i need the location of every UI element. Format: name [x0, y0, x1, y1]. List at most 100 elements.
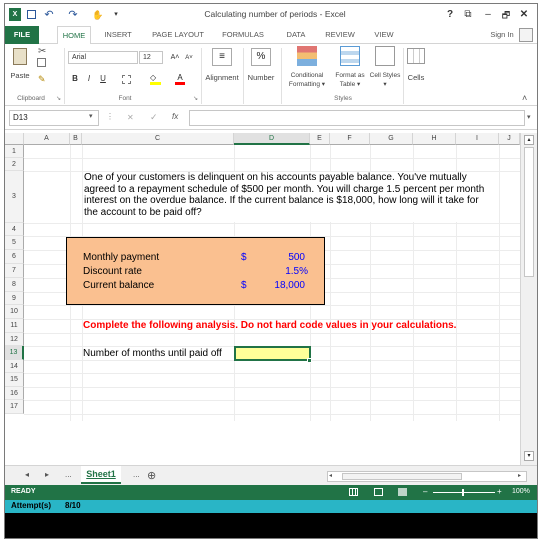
insert-function-icon[interactable]: fx — [172, 112, 178, 121]
undo-icon[interactable]: ↶ — [43, 7, 55, 23]
row-header-6[interactable]: 6 — [5, 250, 24, 264]
column-header-f[interactable]: F — [330, 133, 370, 145]
shrink-font-button[interactable]: A˅ — [183, 52, 195, 64]
tab-insert[interactable]: INSERT — [101, 26, 135, 44]
collapse-ribbon-icon[interactable]: ˄ — [522, 93, 527, 103]
ribbon-display-options-icon[interactable]: ⧉ — [459, 7, 477, 23]
customize-qat-icon[interactable]: ▾ — [111, 7, 121, 23]
row-header-7[interactable]: 7 — [5, 264, 24, 278]
scroll-up-icon[interactable]: ▴ — [524, 135, 534, 145]
format-as-table-icon[interactable] — [340, 46, 360, 66]
fill-color-icon[interactable]: ◇ — [150, 74, 161, 85]
answer-cell-d13[interactable] — [234, 346, 311, 361]
row-header-8[interactable]: 8 — [5, 278, 24, 292]
tab-formulas[interactable]: FORMULAS — [219, 26, 267, 44]
copy-icon[interactable] — [37, 58, 46, 67]
column-header-b[interactable]: B — [70, 133, 82, 145]
maximize-button[interactable]: 🗗 — [497, 7, 515, 23]
zoom-slider-thumb[interactable] — [462, 489, 464, 496]
user-avatar-icon[interactable] — [519, 28, 533, 42]
cells-button[interactable]: Cells — [401, 73, 431, 82]
enter-icon[interactable]: ✓ — [150, 112, 158, 123]
font-size-select[interactable]: 12 — [139, 51, 163, 64]
column-header-d[interactable]: D — [234, 133, 310, 145]
font-name-select[interactable]: Arial — [68, 51, 138, 64]
conditional-formatting-icon[interactable] — [297, 46, 317, 66]
scroll-thumb[interactable] — [524, 147, 534, 277]
touch-mode-icon[interactable]: ✋ — [91, 7, 105, 23]
borders-icon[interactable] — [122, 75, 131, 84]
paste-button[interactable]: Paste — [8, 71, 32, 80]
underline-button[interactable]: U — [98, 73, 108, 85]
tab-home[interactable]: HOME — [57, 26, 91, 45]
hscroll-thumb[interactable] — [342, 473, 462, 480]
row-header-12[interactable]: 12 — [5, 333, 24, 346]
sheet-more-right[interactable]: ... — [133, 470, 140, 479]
tab-file[interactable]: FILE — [5, 26, 39, 44]
select-all-corner[interactable] — [5, 133, 24, 145]
horizontal-scrollbar[interactable]: ◂ ▸ — [327, 471, 527, 482]
row-header-3[interactable]: 3 — [5, 171, 24, 223]
column-header-i[interactable]: I — [456, 133, 499, 145]
paste-icon[interactable] — [13, 48, 27, 65]
sign-in-link[interactable]: Sign In — [487, 26, 517, 44]
tab-page-layout[interactable]: PAGE LAYOUT — [149, 26, 207, 44]
new-sheet-icon[interactable]: ⊕ — [147, 469, 156, 482]
cut-icon[interactable]: ✂ — [38, 46, 46, 57]
format-painter-icon[interactable]: ✎ — [38, 74, 46, 85]
formula-input[interactable] — [189, 110, 525, 126]
hscroll-right-icon[interactable]: ▸ — [518, 472, 521, 479]
zoom-level[interactable]: 100% — [512, 488, 530, 495]
row-header-10[interactable]: 10 — [5, 305, 24, 319]
expand-formula-bar-icon[interactable]: ▾ — [527, 113, 531, 121]
row-header-16[interactable]: 16 — [5, 387, 24, 400]
row-header-13[interactable]: 13 — [5, 346, 24, 360]
close-button[interactable]: ✕ — [515, 7, 533, 23]
row-header-17[interactable]: 17 — [5, 400, 24, 414]
sheet-prev-icon[interactable]: ◂ — [25, 470, 29, 479]
worksheet-grid[interactable]: A B C D E F G H I J 1 2 3 4 5 6 7 8 9 10… — [5, 133, 537, 465]
name-box[interactable]: D13 — [9, 110, 99, 126]
page-layout-view-icon[interactable] — [374, 488, 383, 496]
sheet-tab-sheet1[interactable]: Sheet1 — [81, 466, 121, 484]
zoom-out-button[interactable]: – — [423, 487, 427, 496]
row-header-5[interactable]: 5 — [5, 236, 24, 250]
cancel-icon[interactable]: ✕ — [127, 113, 134, 122]
column-header-a[interactable]: A — [24, 133, 70, 145]
italic-button[interactable]: I — [84, 73, 94, 85]
bold-button[interactable]: B — [70, 73, 80, 85]
row-header-1[interactable]: 1 — [5, 145, 24, 158]
discount-rate-value[interactable]: 1.5% — [255, 266, 308, 277]
hscroll-left-icon[interactable]: ◂ — [329, 472, 332, 479]
grow-font-button[interactable]: A˄ — [169, 52, 181, 64]
row-header-11[interactable]: 11 — [5, 319, 24, 333]
percent-icon[interactable]: % — [251, 48, 271, 66]
alignment-icon[interactable]: ≡ — [212, 48, 232, 66]
row-header-4[interactable]: 4 — [5, 223, 24, 236]
column-header-e[interactable]: E — [310, 133, 330, 145]
format-as-table-button[interactable]: Format as Table ▾ — [329, 71, 371, 89]
cells-icon[interactable] — [407, 48, 425, 64]
number-button[interactable]: Number — [243, 73, 279, 82]
vertical-scrollbar[interactable]: ▴ ▾ — [520, 133, 537, 465]
monthly-payment-value[interactable]: 500 — [255, 252, 305, 263]
tab-data[interactable]: DATA — [281, 26, 311, 44]
row-header-9[interactable]: 9 — [5, 292, 24, 305]
sheet-more-left[interactable]: ... — [65, 470, 72, 479]
tab-view[interactable]: VIEW — [369, 26, 399, 44]
conditional-formatting-button[interactable]: Conditional Formatting ▾ — [283, 71, 331, 89]
font-color-icon[interactable]: A — [175, 73, 185, 85]
column-header-g[interactable]: G — [370, 133, 413, 145]
row-header-14[interactable]: 14 — [5, 360, 24, 373]
help-button[interactable]: ? — [441, 7, 459, 23]
current-balance-value[interactable]: 18,000 — [255, 280, 305, 291]
normal-view-icon[interactable] — [349, 488, 358, 496]
sheet-next-icon[interactable]: ▸ — [45, 470, 49, 479]
alignment-button[interactable]: Alignment — [203, 73, 241, 82]
fill-handle[interactable] — [307, 358, 312, 363]
column-header-c[interactable]: C — [82, 133, 234, 145]
cell-styles-button[interactable]: Cell Styles ▾ — [369, 71, 401, 89]
row-header-15[interactable]: 15 — [5, 373, 24, 387]
save-icon[interactable] — [25, 7, 37, 23]
tab-review[interactable]: REVIEW — [321, 26, 359, 44]
